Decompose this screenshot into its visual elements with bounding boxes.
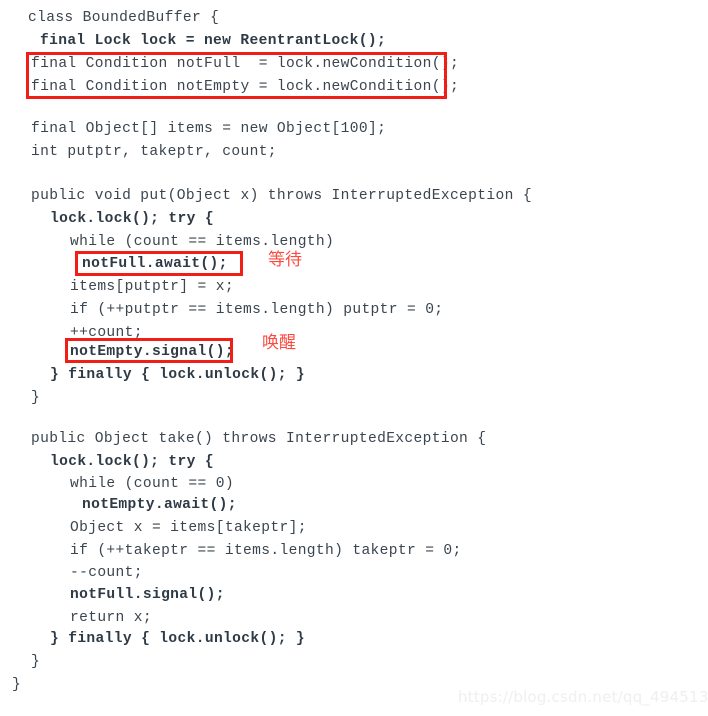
code-line: lock.lock(); try { (50, 211, 214, 227)
code-line: Object x = items[takeptr]; (70, 520, 307, 536)
code-line: while (count == items.length) (70, 234, 335, 250)
code-line: return x; (70, 610, 152, 626)
code-block: class BoundedBuffer { final Lock lock = n… (0, 0, 708, 716)
code-line: notFull.await(); (82, 256, 228, 272)
code-line: final Object[] items = new Object[100]; (31, 121, 387, 137)
code-line: int putptr, takeptr, count; (31, 144, 277, 160)
code-line: final Condition notEmpty = lock.newCondi… (31, 79, 460, 95)
code-line: if (++takeptr == items.length) takeptr =… (70, 543, 462, 559)
watermark-text: https://blog.csdn.net/qq_49451343 (458, 688, 708, 706)
code-line: public void put(Object x) throws Interru… (31, 188, 532, 204)
code-line: } finally { lock.unlock(); } (50, 631, 306, 647)
code-line: } finally { lock.unlock(); } (50, 367, 306, 383)
code-line: while (count == 0) (70, 476, 234, 492)
code-line: final Lock lock = new ReentrantLock(); (40, 33, 387, 49)
code-line: final Condition notFull = lock.newCondit… (31, 56, 460, 72)
annotation-label: 等待 (268, 250, 302, 270)
code-line: } (31, 654, 41, 670)
code-line: } (31, 390, 41, 406)
code-line: ++count; (70, 325, 143, 341)
code-line: public Object take() throws InterruptedE… (31, 431, 487, 447)
code-line: if (++putptr == items.length) putptr = 0… (70, 302, 444, 318)
code-line: notFull.signal(); (70, 587, 225, 603)
code-line: lock.lock(); try { (50, 454, 214, 470)
code-line: --count; (70, 565, 143, 581)
code-line: notEmpty.await(); (82, 497, 237, 513)
annotation-label: 唤醒 (262, 333, 296, 353)
code-line: items[putptr] = x; (70, 279, 234, 295)
code-line: } (12, 677, 22, 693)
code-line: class BoundedBuffer { (28, 10, 220, 26)
code-line: notEmpty.signal(); (70, 344, 234, 360)
code-snippet-page: class BoundedBuffer { final Lock lock = n… (0, 0, 708, 716)
